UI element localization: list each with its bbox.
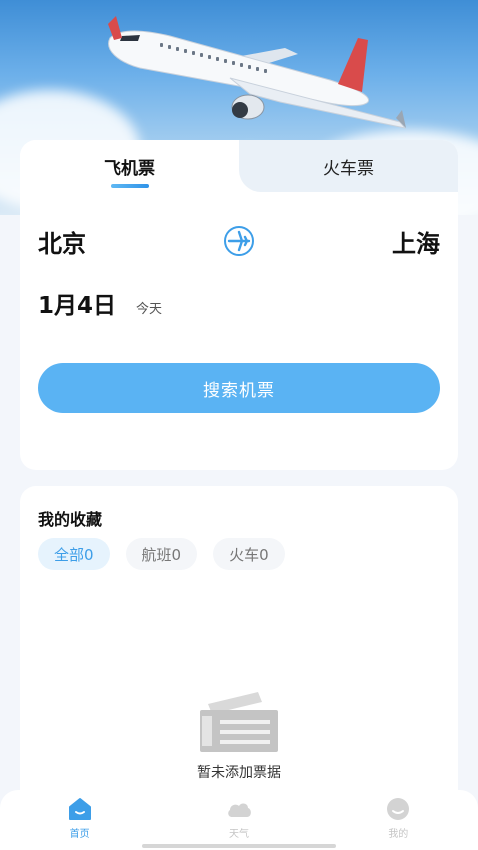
- date-hint: 今天: [136, 302, 163, 317]
- nav-home-label: 首页: [69, 829, 90, 840]
- chip-flights[interactable]: 航班0: [125, 538, 198, 570]
- tab-flight-label: 飞机票: [104, 158, 155, 179]
- tab-train[interactable]: 火车票: [239, 140, 458, 192]
- departure-city[interactable]: 北京: [38, 224, 86, 259]
- favorites-title: 我的收藏: [38, 510, 103, 529]
- chip-trains[interactable]: 火车0: [213, 538, 285, 570]
- ticket-stack-icon: [200, 692, 278, 752]
- nav-profile[interactable]: 我的: [319, 790, 478, 850]
- ticket-type-tabs: 飞机票 火车票: [20, 140, 458, 192]
- nav-home[interactable]: 首页: [0, 790, 159, 850]
- bottom-nav: 首页 天气 我的: [0, 790, 478, 850]
- tab-train-label: 火车票: [323, 158, 374, 179]
- empty-state-text: 暂未添加票据: [197, 765, 281, 781]
- airplane-illustration: [108, 16, 407, 129]
- favorites-filter-chips: 全部0 航班0 火车0: [38, 538, 301, 570]
- cloud-icon: [228, 803, 251, 817]
- nav-weather[interactable]: 天气: [159, 790, 318, 850]
- smile-icon: [387, 798, 410, 820]
- chip-all[interactable]: 全部0: [38, 538, 110, 570]
- search-flights-button[interactable]: 搜索机票: [38, 363, 440, 413]
- nav-weather-label: 天气: [228, 829, 249, 840]
- booking-card: 飞机票 火车票 北京 上海 1月4日 今天 搜索机票: [20, 140, 458, 470]
- plane-circle-icon[interactable]: [219, 224, 259, 258]
- tab-flight[interactable]: 飞机票: [20, 140, 239, 192]
- home-indicator: [142, 844, 336, 848]
- favorites-card: 我的收藏 全部0 航班0 火车0 暂未添加票据: [20, 486, 458, 816]
- active-tab-indicator: [110, 184, 149, 188]
- date-row[interactable]: 1月4日 今天: [38, 286, 162, 320]
- route-row: 北京 上海: [38, 224, 440, 258]
- home-icon: [68, 798, 91, 820]
- arrival-city[interactable]: 上海: [392, 224, 440, 259]
- departure-date[interactable]: 1月4日: [38, 286, 116, 320]
- nav-profile-label: 我的: [388, 829, 409, 840]
